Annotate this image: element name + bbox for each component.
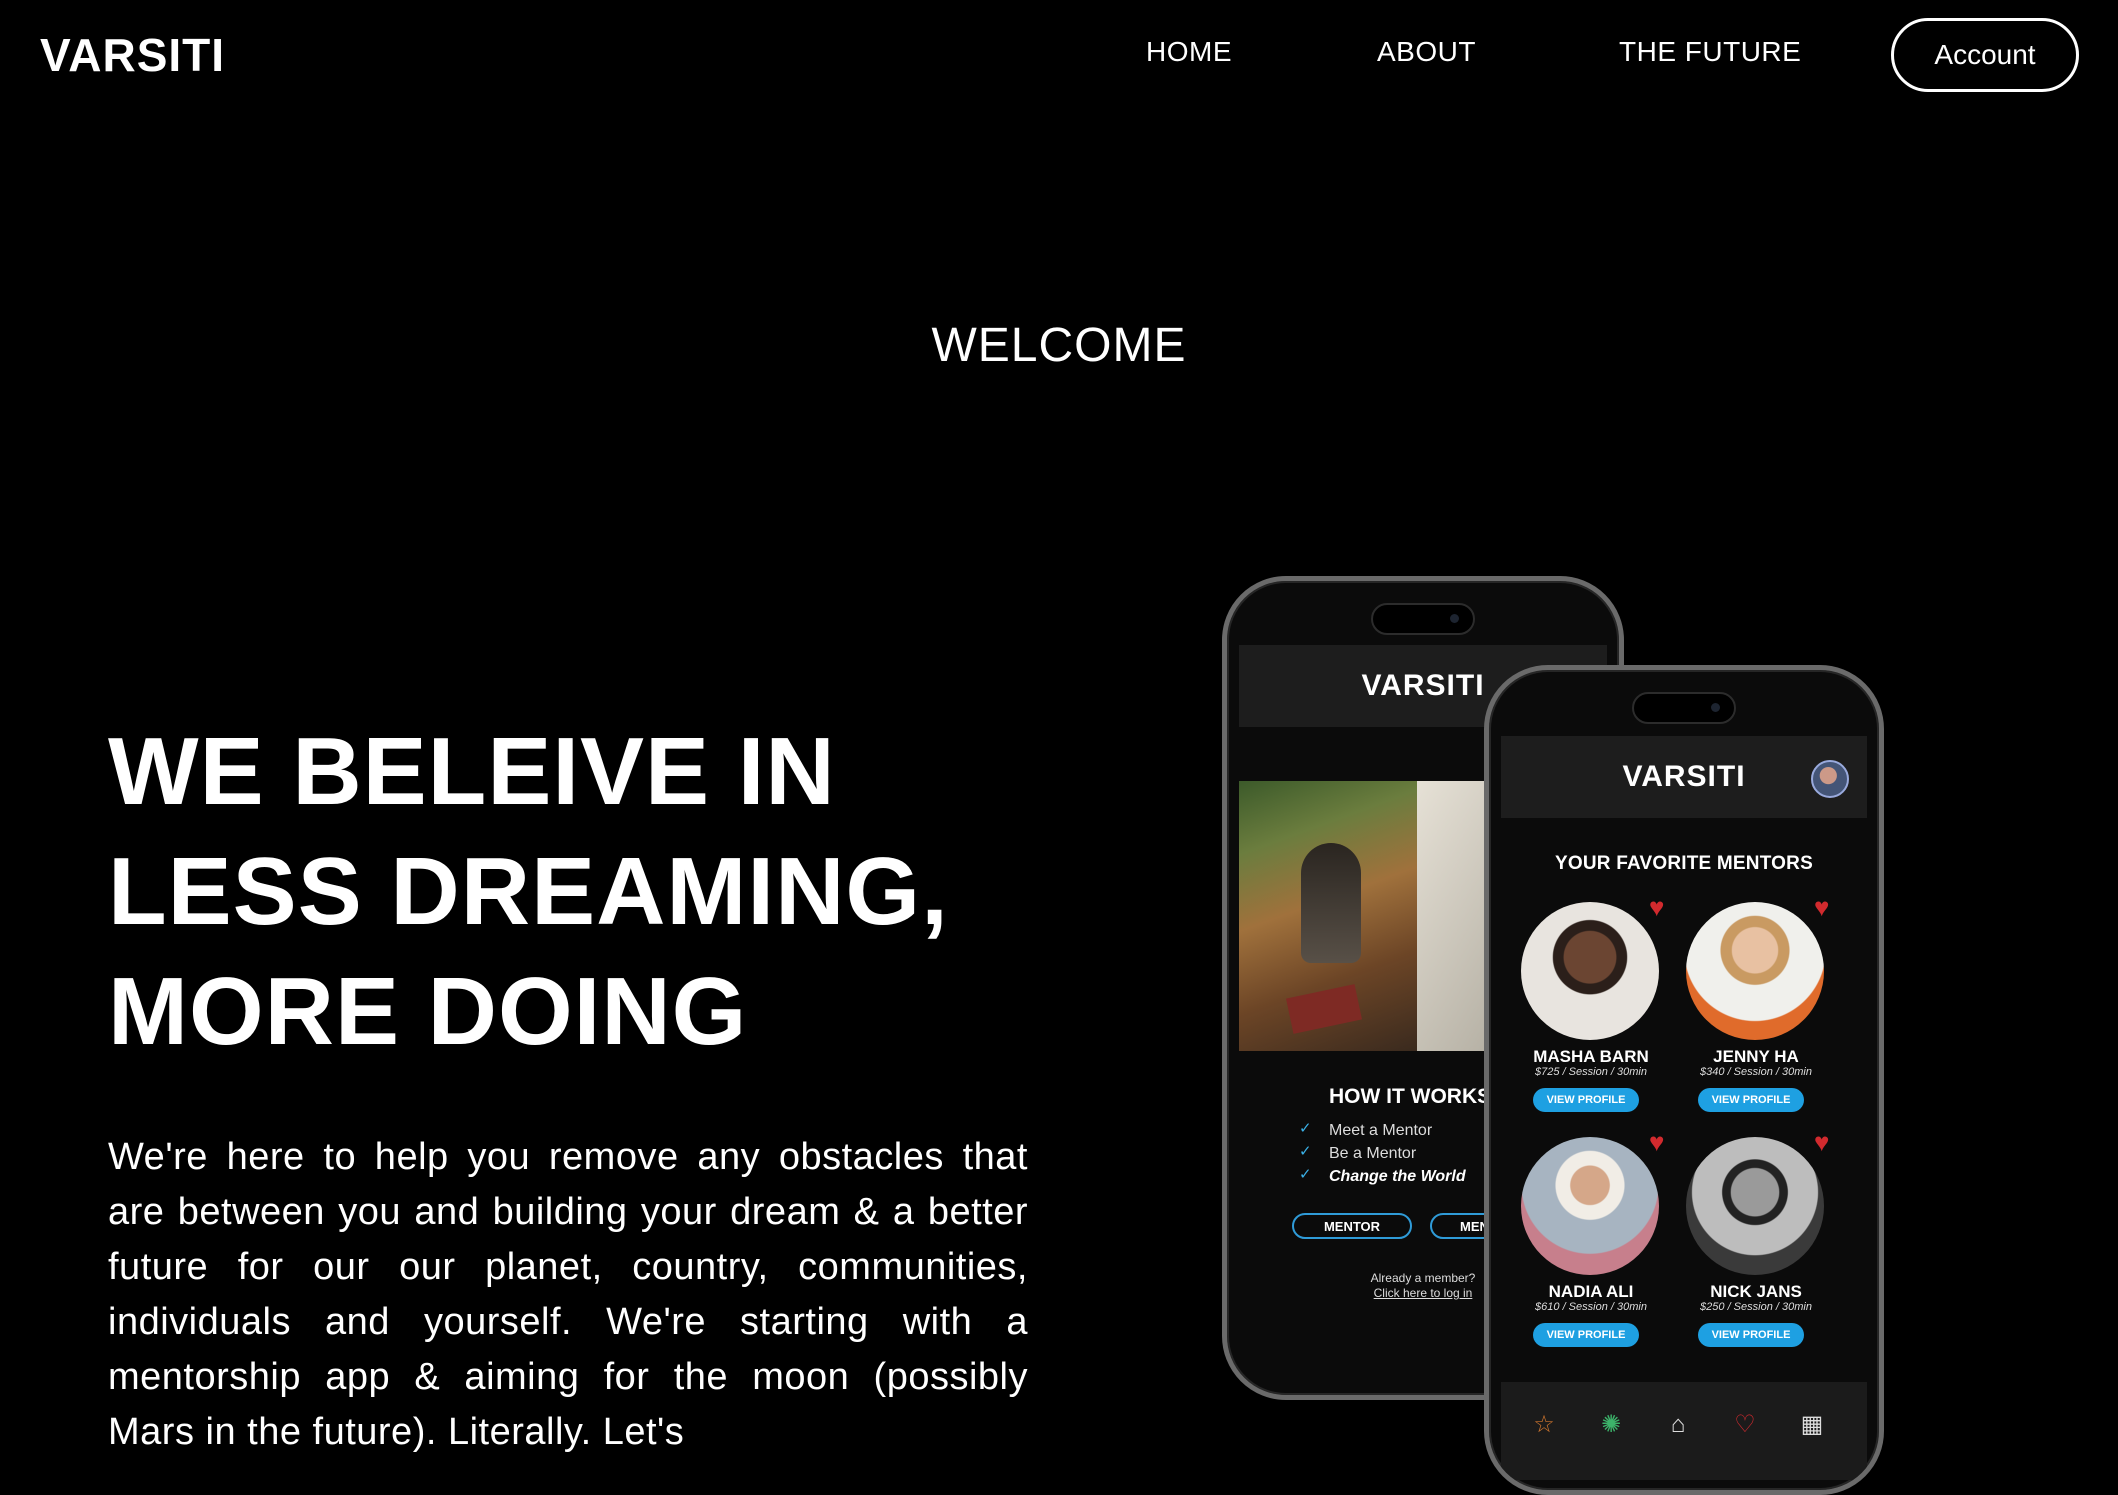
mentor-photo [1686,902,1824,1040]
how-item: ✓ Be a Mentor [1299,1142,1466,1165]
phone-notch [1371,603,1475,635]
check-icon: ✓ [1299,1120,1312,1137]
heart-icon[interactable]: ♥ [1649,1129,1664,1155]
mentor-card: ♥ MASHA BARN $725 / Session / 30min VIEW… [1511,894,1671,1132]
headline-line-2: LESS DREAMING, [108,838,949,945]
heart-icon[interactable]: ♡ [1728,1408,1762,1442]
top-navigation-bar: VARSITI HOME ABOUT THE FUTURE Account [0,0,2118,110]
view-profile-button[interactable]: VIEW PROFILE [1698,1088,1804,1112]
mentor-card: ♥ NICK JANS $250 / Session / 30min VIEW … [1676,1129,1836,1367]
calendar-icon[interactable]: ▦ [1795,1408,1829,1442]
account-button[interactable]: Account [1891,18,2079,92]
headline-line-1: WE BELEIVE IN [108,718,836,825]
bottom-tab-bar: ☆ ✺ ⌂ ♡ ▦ [1501,1382,1867,1480]
mentor-lifestyle-photo [1239,781,1417,1051]
how-item: ✓ Change the World [1299,1165,1466,1188]
user-avatar[interactable] [1811,760,1849,798]
check-icon: ✓ [1299,1166,1312,1183]
hero-description: We're here to help you remove any obstac… [108,1136,1028,1453]
mentor-price: $725 / Session / 30min [1535,1066,1647,1078]
mentor-name: MASHA BARN [1533,1047,1649,1066]
phone-notch [1632,692,1736,724]
mentor-name: JENNY HA [1713,1047,1799,1066]
view-profile-button[interactable]: VIEW PROFILE [1533,1088,1639,1112]
mentor-name: NICK JANS [1710,1282,1802,1301]
person-figure [1301,843,1361,963]
heart-icon[interactable]: ♥ [1649,894,1664,920]
app-brand: VARSITI [1622,760,1746,793]
nav-future-link[interactable]: THE FUTURE [1619,36,1801,68]
brand-logo[interactable]: VARSITI [40,28,225,82]
view-profile-button[interactable]: VIEW PROFILE [1698,1323,1804,1347]
star-icon[interactable]: ☆ [1527,1408,1561,1442]
mentor-photo [1521,902,1659,1040]
home-icon[interactable]: ⌂ [1661,1408,1695,1442]
how-it-works-list: ✓ Meet a Mentor ✓ Be a Mentor ✓ Change the … [1299,1119,1466,1188]
nav-home-link[interactable]: HOME [1146,36,1232,68]
mentor-card: ♥ JENNY HA $340 / Session / 30min VIEW P… [1676,894,1836,1132]
mentor-price: $610 / Session / 30min [1535,1301,1647,1313]
mentor-photo [1521,1137,1659,1275]
how-item: ✓ Meet a Mentor [1299,1119,1466,1142]
mentor-price: $250 / Session / 30min [1700,1301,1812,1313]
headline-line-3: MORE DOING [108,958,748,1065]
gear-icon[interactable]: ✺ [1594,1408,1628,1442]
how-it-works-title: HOW IT WORKS [1329,1085,1492,1108]
app-brand: VARSITI [1361,669,1485,702]
mentor-card: ♥ NADIA ALI $610 / Session / 30min VIEW … [1511,1129,1671,1367]
heart-icon[interactable]: ♥ [1814,894,1829,920]
app-header: VARSITI [1501,736,1867,818]
welcome-heading: WELCOME [931,319,1187,372]
mentor-button[interactable]: MENTOR [1292,1213,1412,1239]
check-icon: ✓ [1299,1143,1312,1160]
nav-about-link[interactable]: ABOUT [1377,36,1476,68]
phone-mockup-favorites: VARSITI YOUR FAVORITE MENTORS ♥ MASHA BA… [1484,665,1884,1495]
view-profile-button[interactable]: VIEW PROFILE [1533,1323,1639,1347]
mentor-photo [1686,1137,1824,1275]
book-figure [1286,984,1362,1034]
mentor-name: NADIA ALI [1548,1282,1634,1301]
mentor-price: $340 / Session / 30min [1700,1066,1812,1078]
favorite-mentors-title: YOUR FAVORITE MENTORS [1555,853,1813,874]
hero-headline: WE BELEIVE IN LESS DREAMING, MORE DOING [108,712,1008,1072]
heart-icon[interactable]: ♥ [1814,1129,1829,1155]
